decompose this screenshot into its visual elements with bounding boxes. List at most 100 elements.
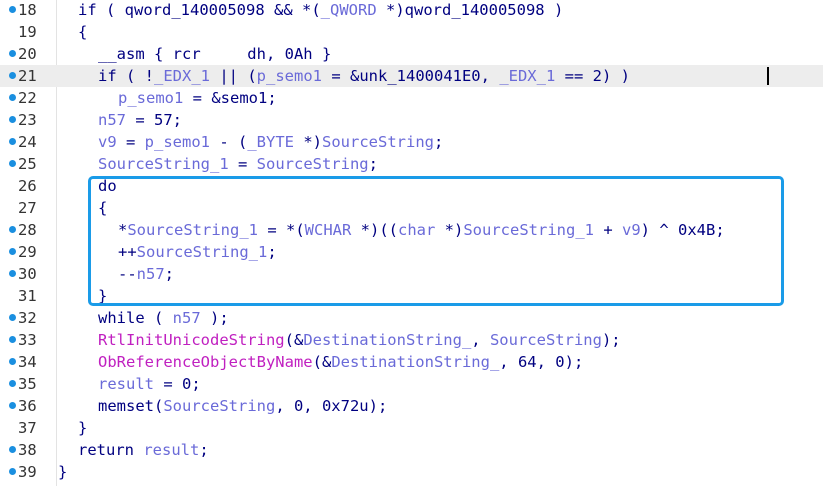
breakpoint-dot-icon[interactable] <box>9 380 16 387</box>
code-text[interactable]: } <box>78 417 87 439</box>
code-token: result <box>143 441 200 459</box>
code-token: == 2) ) <box>555 67 630 85</box>
code-text[interactable]: } <box>58 461 67 483</box>
code-token: qword_140005098 <box>124 1 265 19</box>
code-text[interactable]: v9 = p_semo1 - (_BYTE *)SourceString; <box>98 131 443 153</box>
code-editor[interactable]: 18 if ( qword_140005098 && *(_QWORD *)qwo… <box>0 0 823 486</box>
code-token: = &semo1; <box>183 89 277 107</box>
line-number: 36 <box>18 397 37 415</box>
breakpoint-dot-icon[interactable] <box>9 72 16 79</box>
code-text[interactable]: result = 0; <box>98 373 201 395</box>
code-text[interactable]: p_semo1 = &semo1; <box>118 87 277 109</box>
code-line[interactable]: 34 ObReferenceObjectByName(&DestinationSt… <box>0 351 823 373</box>
code-token: p_semo1 <box>144 133 210 151</box>
text-caret <box>767 67 769 85</box>
breakpoint-dot-icon[interactable] <box>9 94 16 101</box>
breakpoint-dot-icon[interactable] <box>9 358 16 365</box>
code-token: (& <box>312 353 332 371</box>
line-number: 30 <box>18 265 37 283</box>
code-line[interactable]: 19 { <box>0 21 823 43</box>
code-line[interactable]: 24 v9 = p_semo1 - (_BYTE *)SourceString; <box>0 131 823 153</box>
breakpoint-dot-icon[interactable] <box>9 468 16 475</box>
code-token: = 0; <box>154 375 201 393</box>
code-token: ; <box>199 441 209 459</box>
code-token: *) <box>294 133 322 151</box>
code-token: result <box>98 375 154 393</box>
code-token: = <box>116 133 145 151</box>
code-text[interactable]: n57 = 57; <box>98 109 182 131</box>
breakpoint-dot-icon[interactable] <box>9 116 16 123</box>
code-text[interactable]: { <box>78 21 87 43</box>
line-number: 34 <box>18 353 37 371</box>
code-token: ); <box>601 331 621 349</box>
line-number: 31 <box>18 287 37 305</box>
code-token: RtlInitUnicodeString <box>98 331 285 349</box>
code-text[interactable]: return result; <box>78 439 209 461</box>
line-number: 33 <box>18 331 37 349</box>
code-token: return <box>78 441 144 459</box>
code-token: (& <box>284 331 304 349</box>
breakpoint-dot-icon[interactable] <box>9 402 16 409</box>
breakpoint-dot-icon[interactable] <box>9 446 16 453</box>
code-text[interactable]: if ( qword_140005098 && *(_QWORD *)qword… <box>78 0 563 21</box>
code-token: n57 <box>98 111 126 129</box>
code-line[interactable]: 20 __asm { rcr dh, 0Ah } <box>0 43 823 65</box>
selection-highlight-box <box>88 176 784 306</box>
code-line[interactable]: 32 while ( n57 ); <box>0 307 823 329</box>
code-line[interactable]: 21 if ( !_EDX_1 || (p_semo1 = &unk_140004… <box>0 65 823 87</box>
line-number: 28 <box>18 221 37 239</box>
code-token: __asm { rcr dh, 0Ah } <box>98 45 332 63</box>
code-token: ; <box>368 155 378 173</box>
code-line[interactable]: 35 result = 0; <box>0 373 823 395</box>
code-line[interactable]: 25 SourceString_1 = SourceString; <box>0 153 823 175</box>
code-text[interactable]: ObReferenceObjectByName(&DestinationStri… <box>98 351 583 373</box>
code-line[interactable]: 33 RtlInitUnicodeString(&DestinationStrin… <box>0 329 823 351</box>
line-number: 32 <box>18 309 37 327</box>
line-number: 23 <box>18 111 37 129</box>
code-token: } <box>78 419 88 437</box>
code-token: ); <box>200 309 229 327</box>
code-token: ; <box>433 133 444 151</box>
breakpoint-dot-icon[interactable] <box>9 226 16 233</box>
code-line[interactable]: 38 return result; <box>0 439 823 461</box>
code-text[interactable]: if ( !_EDX_1 || (p_semo1 = &unk_1400041E… <box>98 65 630 87</box>
line-number: 35 <box>18 375 37 393</box>
code-token: - ( <box>210 133 248 151</box>
breakpoint-dot-icon[interactable] <box>9 270 16 277</box>
code-token: _EDX_1 <box>499 67 556 85</box>
code-token: n57 <box>172 309 201 327</box>
code-text[interactable]: RtlInitUnicodeString(&DestinationString_… <box>98 329 621 351</box>
code-token: ) <box>544 1 564 19</box>
code-line[interactable]: 37} <box>0 417 823 439</box>
code-token: } <box>58 463 68 481</box>
line-number: 18 <box>18 1 37 19</box>
breakpoint-dot-icon[interactable] <box>9 138 16 145</box>
code-line[interactable]: 36 memset(SourceString, 0, 0x72u); <box>0 395 823 417</box>
breakpoint-dot-icon[interactable] <box>9 50 16 57</box>
code-token: *) <box>376 1 405 19</box>
line-number: 26 <box>18 177 37 195</box>
breakpoint-dot-icon[interactable] <box>9 336 16 343</box>
code-token: , 0, 0x72u); <box>275 397 388 415</box>
line-number: 37 <box>18 419 37 437</box>
breakpoint-dot-icon[interactable] <box>9 314 16 321</box>
code-line[interactable]: 23 n57 = 57; <box>0 109 823 131</box>
code-token: p_semo1 <box>118 89 184 107</box>
breakpoint-dot-icon[interactable] <box>9 160 16 167</box>
line-number: 21 <box>18 67 37 85</box>
code-line[interactable]: 18 if ( qword_140005098 && *(_QWORD *)qwo… <box>0 0 823 21</box>
breakpoint-dot-icon[interactable] <box>9 6 16 13</box>
code-text[interactable]: SourceString_1 = SourceString; <box>98 153 378 175</box>
code-token: && *( <box>264 1 321 19</box>
code-text[interactable]: __asm { rcr dh, 0Ah } <box>98 43 331 65</box>
code-line[interactable]: 39} <box>0 461 823 483</box>
code-line[interactable]: 22 p_semo1 = &semo1; <box>0 87 823 109</box>
code-token: SourceString <box>322 133 434 151</box>
code-text[interactable]: memset(SourceString, 0, 0x72u); <box>98 395 387 417</box>
breakpoint-dot-icon[interactable] <box>9 248 16 255</box>
code-token: , <box>471 331 490 349</box>
code-text[interactable]: while ( n57 ); <box>98 307 229 329</box>
line-number: 20 <box>18 45 37 63</box>
code-token: = <box>228 155 257 173</box>
code-token: if ( ! <box>98 67 154 85</box>
